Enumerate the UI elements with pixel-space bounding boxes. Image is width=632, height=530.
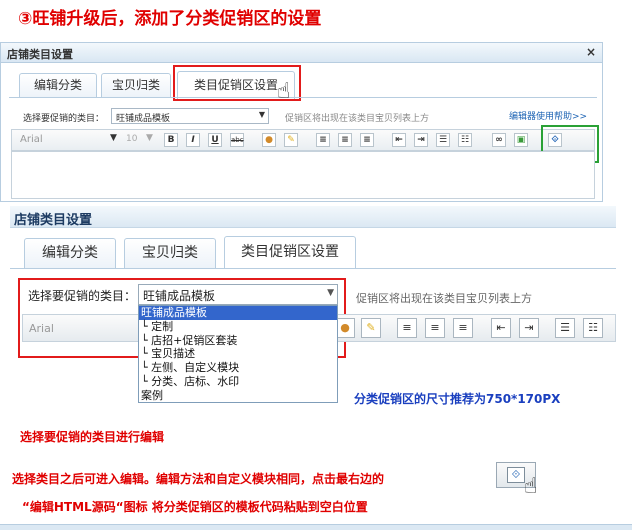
large-font-name[interactable]: Arial	[29, 322, 54, 335]
text-color-icon[interactable]: ●	[262, 133, 276, 147]
small-select-label: 选择要促销的类目：	[23, 114, 105, 124]
instruction-line-3: “编辑HTML源码“图标 将分类促销区的模板代码粘贴到空白位置	[22, 500, 368, 514]
small-tab-edit-category[interactable]: 编辑分类	[19, 73, 97, 97]
bullet-list-icon[interactable]: ☰	[555, 318, 575, 338]
indent-icon[interactable]: ⇥	[519, 318, 539, 338]
small-editor-toolbar: Arial ▼ 10 ▼ B I U abc ● ✎ ≡ ≡ ≡ ⇤ ⇥ ☰ ☷…	[11, 129, 595, 151]
chevron-down-icon[interactable]: ▼	[110, 133, 117, 143]
numbered-list-icon[interactable]: ☷	[458, 133, 472, 147]
small-panel-header: 店铺类目设置 ×	[1, 43, 602, 63]
large-promo-note: 促销区将出现在该类目宝贝列表上方	[356, 292, 532, 305]
chevron-down-icon[interactable]: ▼	[146, 133, 153, 143]
small-panel-title: 店铺类目设置	[7, 48, 73, 61]
outdent-icon[interactable]: ⇤	[491, 318, 511, 338]
small-category-panel: 店铺类目设置 × 编辑分类 宝贝归类 类目促销区设置 选择要促销的类目： 旺铺成…	[0, 42, 603, 202]
instruction-line-1: 选择要促销的类目进行编辑	[20, 430, 165, 444]
small-font-name[interactable]: Arial	[20, 134, 43, 145]
small-promo-note: 促销区将出现在该类目宝贝列表上方	[285, 114, 430, 124]
align-center-icon[interactable]: ≡	[338, 133, 352, 147]
image-icon[interactable]: ▣	[514, 133, 528, 147]
align-left-icon[interactable]: ≡	[397, 318, 417, 338]
highlight-pen-icon[interactable]: ✎	[284, 133, 298, 147]
dropdown-item[interactable]: 案例	[139, 389, 337, 402]
strikethrough-button[interactable]: abc	[230, 133, 244, 147]
hand-pointer-icon: ☝	[277, 79, 291, 104]
html-source-icon: ⟐	[507, 467, 525, 483]
align-right-icon[interactable]: ≡	[453, 318, 473, 338]
bottom-strip	[0, 524, 632, 530]
dropdown-item[interactable]: └ 定制	[139, 320, 337, 334]
outdent-icon[interactable]: ⇤	[392, 133, 406, 147]
dropdown-item[interactable]: └ 分类、店标、水印	[139, 375, 337, 389]
large-tab-item-category[interactable]: 宝贝归类	[124, 238, 216, 268]
small-category-select[interactable]: 旺铺成品模板 ▼	[111, 108, 269, 124]
large-tab-edit-category[interactable]: 编辑分类	[24, 238, 116, 268]
editor-help-link[interactable]: 编辑器使用帮助>>	[509, 109, 587, 122]
link-icon[interactable]: ∞	[492, 133, 506, 147]
highlight-pen-icon[interactable]: ✎	[361, 318, 381, 338]
small-tab-item-category[interactable]: 宝贝归类	[101, 73, 171, 97]
large-tab-promo-settings[interactable]: 类目促销区设置	[224, 236, 356, 269]
large-tab-divider	[10, 268, 616, 269]
italic-button[interactable]: I	[186, 133, 200, 147]
instruction-line-2: 选择类目之后可进入编辑。编辑方法和自定义模块相同，点击最右边的	[12, 472, 385, 486]
dropdown-item[interactable]: └ 左侧、自定义模块	[139, 361, 337, 375]
align-left-icon[interactable]: ≡	[316, 133, 330, 147]
small-editor-area[interactable]	[11, 151, 595, 199]
underline-button[interactable]: U	[208, 133, 222, 147]
chevron-down-icon: ▼	[258, 110, 265, 119]
size-recommendation: 分类促销区的尺寸推荐为750*170PX	[354, 392, 561, 406]
large-panel-header: 店铺类目设置	[10, 206, 616, 228]
bold-button[interactable]: B	[164, 133, 178, 147]
category-dropdown-list[interactable]: 旺铺成品模板 └ 定制 └ 店招+促销区套装 └ 宝贝描述 └ 左侧、自定义模块…	[138, 305, 338, 403]
small-tab-divider	[9, 97, 597, 98]
large-category-select[interactable]: 旺铺成品模板 ▼	[138, 284, 338, 305]
dropdown-item[interactable]: 旺铺成品模板	[139, 306, 337, 320]
indent-icon[interactable]: ⇥	[414, 133, 428, 147]
hand-pointer-icon: ☝	[524, 474, 538, 499]
text-color-icon[interactable]: ●	[335, 318, 355, 338]
large-panel-title: 店铺类目设置	[14, 213, 93, 228]
dropdown-item[interactable]: └ 宝贝描述	[139, 347, 337, 361]
numbered-list-icon[interactable]: ☷	[583, 318, 603, 338]
large-select-label: 选择要促销的类目：	[28, 289, 137, 303]
step-title: ③旺铺升级后，添加了分类促销区的设置	[18, 9, 322, 29]
align-right-icon[interactable]: ≡	[360, 133, 374, 147]
chevron-down-icon: ▼	[327, 288, 334, 298]
bullet-list-icon[interactable]: ☰	[436, 133, 450, 147]
small-font-size[interactable]: 10	[126, 134, 137, 144]
align-center-icon[interactable]: ≡	[425, 318, 445, 338]
dropdown-item[interactable]: └ 店招+促销区套装	[139, 334, 337, 348]
close-icon[interactable]: ×	[586, 45, 596, 59]
